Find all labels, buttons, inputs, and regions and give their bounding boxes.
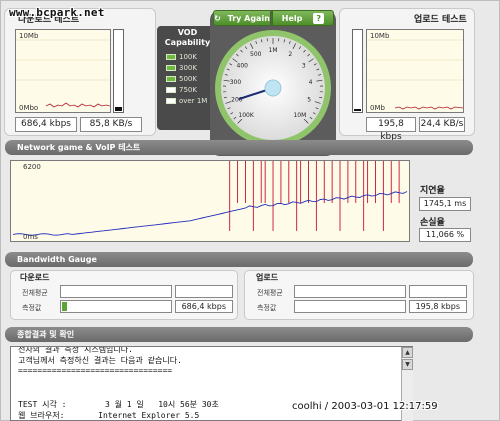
bandwidth-upload-avg-value [409, 285, 467, 298]
vod-levels: 100K 300K 500K 750K over 1M [160, 52, 215, 106]
capture-stamp: coolhi / 2003-03-01 12:17:59 [292, 401, 438, 412]
vod-level-label: 300K [179, 64, 197, 72]
upload-trace [394, 106, 464, 110]
gauge-tick-label: 400 [237, 63, 249, 70]
latency-value: 1745,1 ms [419, 197, 471, 211]
bandwidth-download-title: 다운로드 [20, 273, 50, 282]
gauge-tick-label: 3 [302, 63, 306, 70]
network-section-header: Network game & VoIP 테스트 [5, 140, 473, 155]
help-label: Help [281, 14, 303, 23]
vod-level-label: 100K [179, 53, 197, 61]
watermark: www.bcpark.net [9, 6, 105, 19]
loss-label: 손실율 [420, 218, 445, 228]
gauge-hub [264, 79, 282, 97]
bandwidth-upload-measured-label: 측정값 [257, 304, 277, 312]
network-chart-svg [12, 161, 408, 236]
result-line: 웹 브라우저: Internet Explorer 5.5 [18, 411, 200, 420]
vod-level-indicator [166, 98, 176, 104]
gauge-tick-label: 4 [309, 79, 313, 86]
vod-level-indicator [166, 65, 176, 71]
bandwidth-download-fill [62, 302, 68, 311]
bandwidth-download-avg-label: 전체평균 [22, 289, 48, 297]
bandwidth-download-measured-value: 686,4 kbps [175, 300, 233, 313]
download-trace [45, 102, 111, 108]
result-line: 고객님께서 측정하신 결과는 다음과 같습니다. [18, 356, 182, 365]
vod-capability: VOD Capability 100K 300K 500K 750K over 1M [160, 28, 215, 128]
bandwidth-upload-avg-bar [294, 285, 406, 298]
download-level-fill [115, 107, 122, 111]
gauge-tick-label: 500 [250, 51, 262, 58]
upload-chart [366, 29, 464, 113]
result-section-header: 종합결과 및 확인 [5, 327, 473, 342]
result-line: 전자의 결과 측정 시스템입니다. [18, 346, 133, 354]
download-axis-bottom: 0Mbo [19, 104, 39, 112]
result-line: TEST 시각 : 3 월 1 일 10시 56분 30초 [18, 400, 219, 409]
vod-level-label: over 1M [179, 97, 208, 105]
try-again-button[interactable]: ↻ Try Again [213, 10, 271, 26]
upload-chart-svg [367, 39, 464, 110]
speed-gauge: 100K 200 300 400 500 1M 2 3 4 5 10M [208, 8, 338, 158]
bandwidth-download-measured-bar [60, 300, 172, 313]
bandwidth-download-measured-label: 측정값 [22, 304, 42, 312]
gauge-svg: 100K2003004005001M234510M [210, 10, 336, 156]
vod-level-label: 500K [179, 75, 197, 83]
vod-level-indicator [166, 76, 176, 82]
latency-label: 지연율 [420, 186, 445, 196]
bandwidth-upload-measured-value: 195,8 kbps [409, 300, 467, 313]
download-kbps: 686,4 kbps [15, 117, 77, 132]
upload-axis-bottom: 0Mb [370, 104, 385, 112]
upload-kBs: 24,4 KB/s [419, 117, 465, 132]
upload-title: 업로드 테스트 [414, 15, 467, 25]
gauge-tick-label: 300 [230, 79, 242, 86]
try-again-label: Try Again [227, 14, 270, 23]
download-chart-svg [16, 39, 111, 108]
bandwidth-upload-measured-bar [294, 300, 406, 313]
help-icon: ? [313, 13, 325, 24]
vod-title-line1: VOD [177, 28, 198, 37]
bandwidth-upload-title: 업로드 [256, 273, 279, 282]
scroll-down-arrow-icon[interactable]: ▼ [402, 359, 413, 370]
bandwidth-download-avg-bar [60, 285, 172, 298]
gauge-tick-label: 2 [288, 51, 292, 58]
vod-level-indicator [166, 87, 176, 93]
download-chart [15, 29, 111, 113]
network-axis-top: 6200 [23, 163, 41, 171]
bandwidth-download-avg-value [175, 285, 233, 298]
download-kBs: 85,8 KB/s [80, 117, 142, 132]
gauge-tick-label: 5 [307, 97, 311, 104]
bandwidth-section-header: Bandwidth Gauge [5, 252, 473, 267]
vod-level-indicator [166, 54, 176, 60]
gauge-tick-label: 100K [238, 112, 254, 119]
upload-axis-top: 10Mb [370, 32, 390, 40]
upload-kbps: 195,8 kbps [366, 117, 416, 142]
help-button[interactable]: Help ? [272, 10, 334, 26]
loss-value: 11,066 % [419, 228, 471, 242]
network-latency-chart [10, 160, 410, 242]
gauge-tick-label: 1M [269, 47, 278, 54]
network-axis-bottom: 0ms [23, 233, 38, 241]
vod-title-line2: Capability [164, 38, 211, 47]
gauge-tick-label: 10M [293, 112, 306, 119]
download-axis-top: 10Mb [19, 32, 39, 40]
vod-level-label: 750K [179, 86, 197, 94]
latency-trace [12, 191, 408, 236]
result-line: ================================ [18, 366, 173, 375]
upload-level-fill [354, 109, 361, 111]
refresh-icon: ↻ [214, 14, 221, 23]
download-level-track [113, 29, 124, 113]
bandwidth-upload-avg-label: 전체평균 [257, 289, 283, 297]
scroll-up-arrow-icon[interactable]: ▲ [402, 347, 413, 358]
upload-level-track [352, 29, 363, 113]
